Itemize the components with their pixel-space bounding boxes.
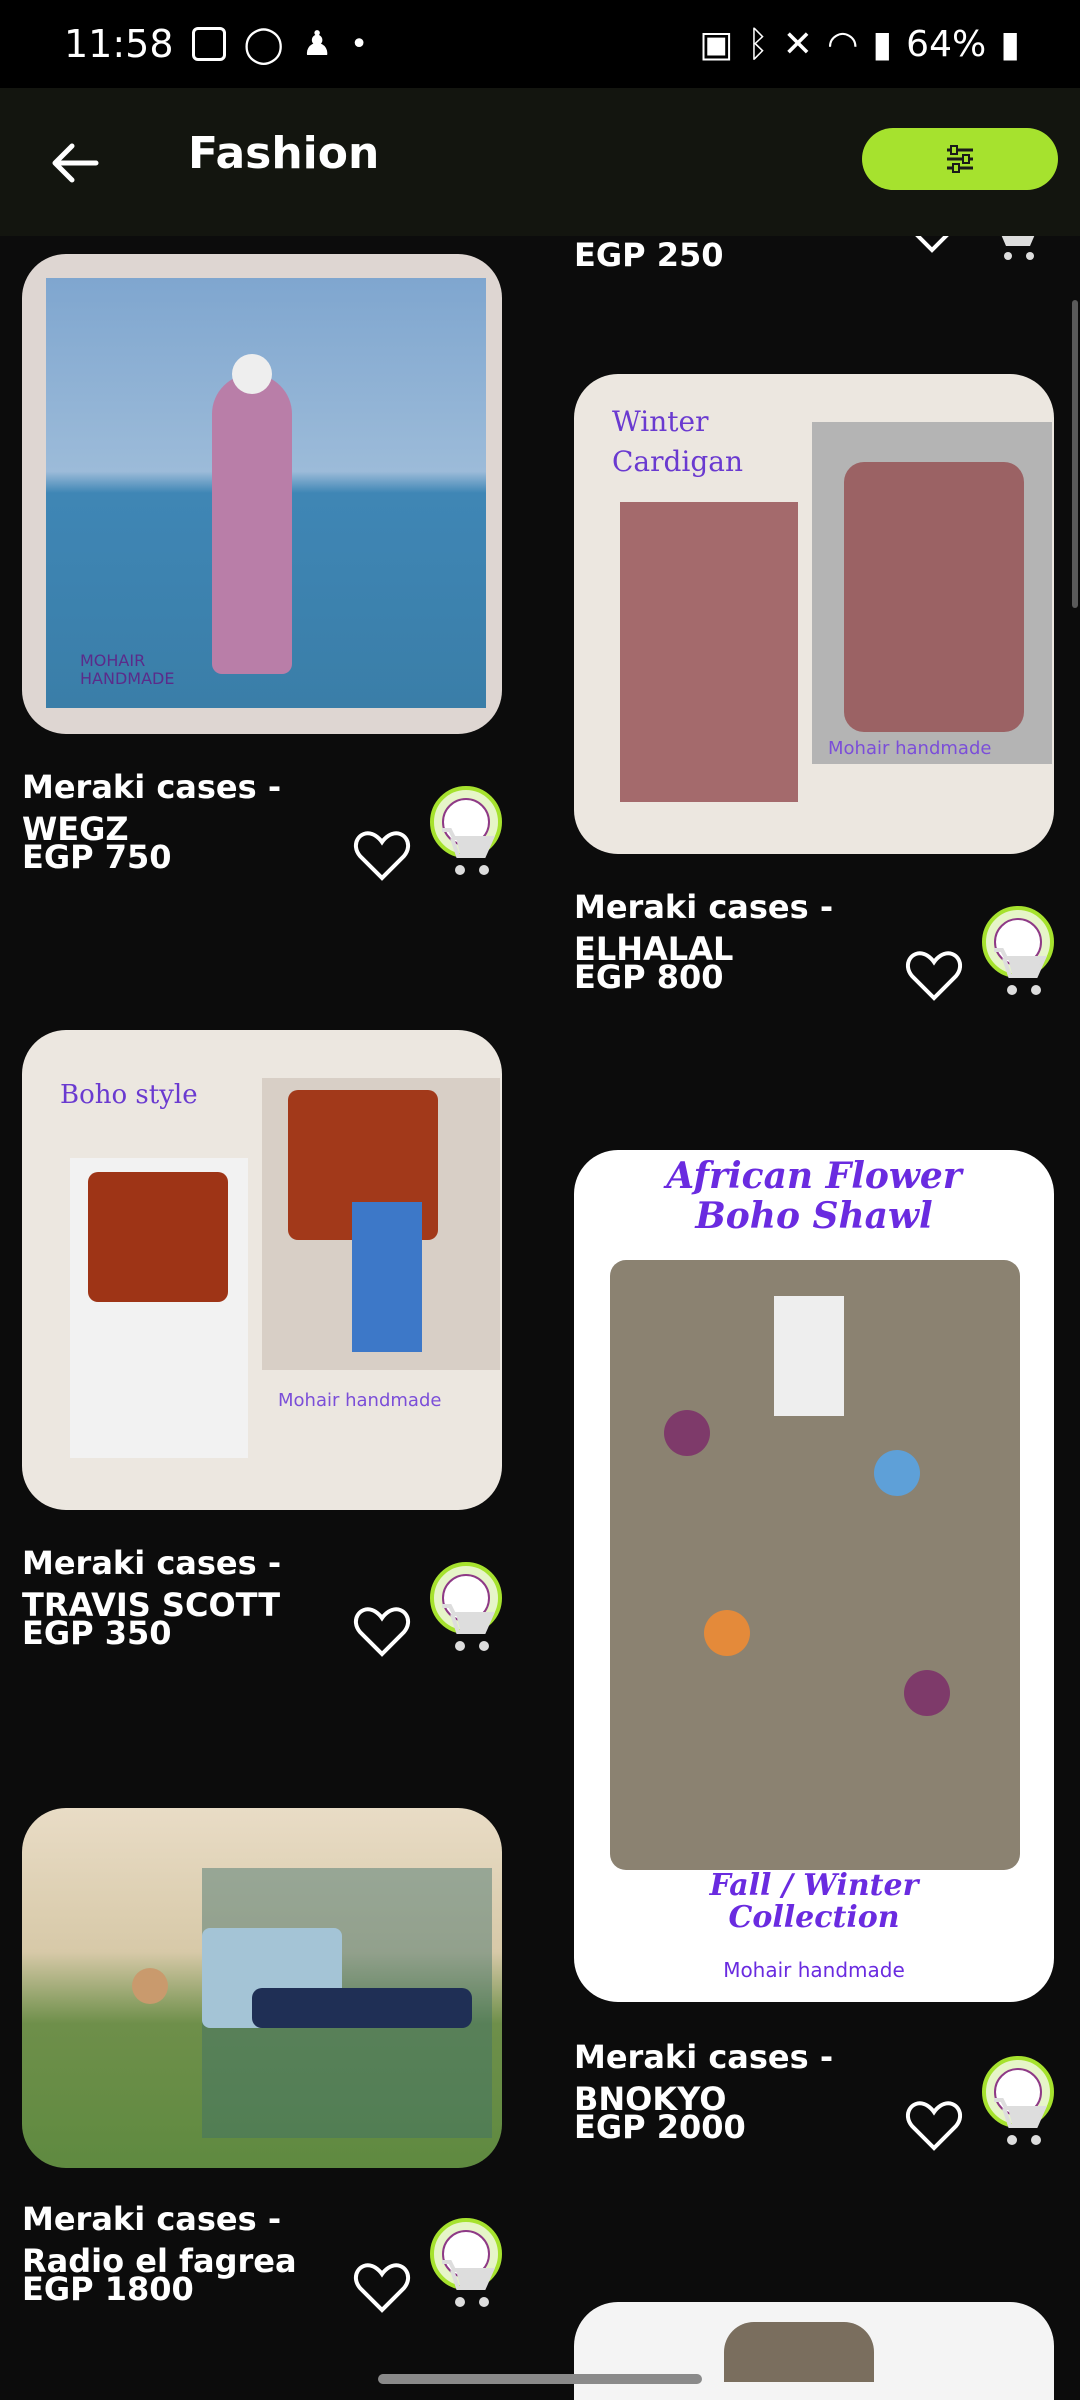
snapchat-icon: ♟ <box>301 24 333 64</box>
cart-icon[interactable] <box>438 2256 498 2312</box>
product-card[interactable]: Winter Cardigan Mohair handmade Meraki c… <box>574 374 1054 1001</box>
sliders-icon <box>947 145 973 173</box>
product-image[interactable]: Winter Cardigan Mohair handmade <box>574 374 1054 854</box>
image-caption: Boho style <box>60 1080 198 1110</box>
dot-icon: • <box>350 26 368 62</box>
image-caption: Cardigan <box>612 445 744 478</box>
cart-icon[interactable] <box>438 824 498 880</box>
back-arrow-icon[interactable] <box>46 134 104 192</box>
product-image[interactable] <box>574 2302 1054 2400</box>
product-image[interactable]: Boho style Mohair handmade <box>22 1030 502 1510</box>
product-price: EGP 1800 <box>22 2270 194 2308</box>
product-price: EGP 800 <box>574 958 724 996</box>
heart-icon[interactable] <box>352 2260 412 2316</box>
wifi-icon: ◠ <box>826 23 859 65</box>
status-bar: 11:58 ◯ ♟ • ▣ ᛒ ✕ ◠ ▮ 64% ▮ <box>0 0 1080 88</box>
image-caption: Winter <box>612 405 709 438</box>
heart-icon[interactable] <box>352 828 412 884</box>
image-caption: HANDMADE <box>80 669 175 688</box>
product-price: EGP 2000 <box>574 2108 746 2146</box>
image-caption: Boho Shawl <box>695 1195 933 1237</box>
bluetooth-icon: ᛒ <box>747 23 769 65</box>
signal-icon: ▮ <box>872 23 893 65</box>
image-caption: Mohair handmade <box>278 1390 442 1411</box>
cart-icon[interactable] <box>438 1600 498 1656</box>
product-price: EGP 750 <box>22 838 172 876</box>
heart-icon[interactable] <box>904 236 960 256</box>
image-caption: Fall / Winter <box>709 1868 919 1903</box>
product-image[interactable]: MOHAIR HANDMADE <box>22 254 502 734</box>
mute-icon: ✕ <box>782 23 813 65</box>
product-card[interactable]: Boho style Mohair handmade Meraki cases … <box>22 1030 502 1657</box>
product-card[interactable]: MOHAIR HANDMADE Meraki cases - WEGZ EGP … <box>22 254 502 881</box>
image-caption: African Flower <box>666 1155 962 1197</box>
image-caption: Collection <box>728 1900 900 1935</box>
product-card[interactable]: Meraki cases - Radio el fagrea EGP 1800 <box>22 1808 502 2400</box>
home-gesture-bar[interactable] <box>378 2374 702 2384</box>
heart-icon[interactable] <box>352 1604 412 1660</box>
image-caption: MOHAIR <box>80 651 146 670</box>
image-caption: Mohair handmade <box>828 738 992 759</box>
heart-icon[interactable] <box>904 2098 964 2154</box>
lock-icon: ▣ <box>699 23 734 65</box>
image-caption: Mohair handmade <box>723 1958 905 1982</box>
product-image[interactable] <box>22 1808 502 2168</box>
app-bar: Fashion <box>0 88 1080 236</box>
battery-label: 64% <box>906 23 987 65</box>
partial-card[interactable]: EGP 250 <box>574 236 1054 286</box>
product-price: EGP 250 <box>574 236 724 274</box>
cart-icon[interactable] <box>990 2094 1050 2150</box>
heart-icon[interactable] <box>904 948 964 1004</box>
product-grid: EGP 250 MOHAIR HANDMADE Meraki cases - W… <box>0 236 1080 2400</box>
page-title: Fashion <box>188 128 380 179</box>
product-image[interactable]: African Flower Boho Shawl Fall / Winter … <box>574 1150 1054 2002</box>
product-card[interactable]: African Flower Boho Shawl Fall / Winter … <box>574 1150 1054 2151</box>
scrollbar[interactable] <box>1072 300 1078 608</box>
cart-icon[interactable] <box>990 944 1050 1000</box>
whatsapp-icon: ◯ <box>243 23 284 65</box>
product-price: EGP 350 <box>22 1614 172 1652</box>
filter-button[interactable] <box>862 128 1058 190</box>
gallery-icon <box>191 27 226 61</box>
cart-icon[interactable] <box>994 236 1044 262</box>
status-time: 11:58 <box>64 22 174 66</box>
battery-icon: ▮ <box>1000 23 1020 65</box>
